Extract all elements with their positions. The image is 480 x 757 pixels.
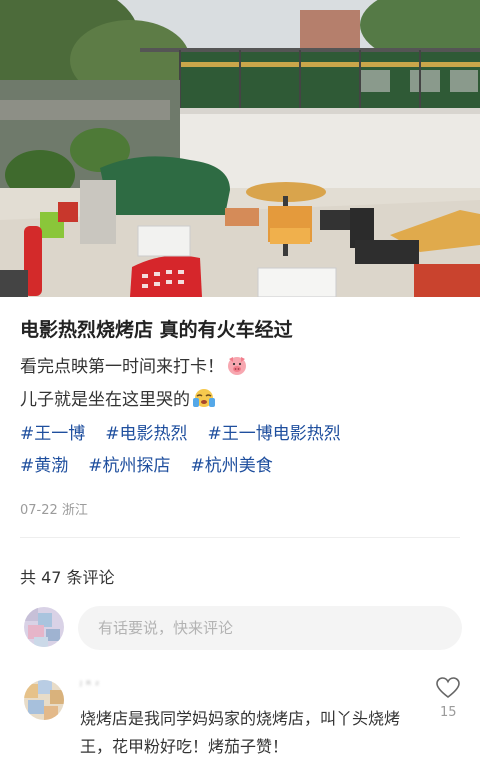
comment-count: 共 47 条评论: [20, 568, 115, 587]
hashtag-link[interactable]: #王一博: [20, 424, 85, 444]
hashtag-row-2: #黄渤 #杭州探店 #杭州美食: [20, 451, 293, 476]
post-text: 儿子就是坐在这里哭的: [20, 390, 190, 410]
pig-face-emoji-icon: [226, 354, 248, 381]
hashtag-link[interactable]: #杭州探店: [88, 456, 170, 476]
comment-input-box[interactable]: [78, 606, 462, 650]
comment-text: 烧烤店是我同学妈妈家的烧烤店，叫丫头烧烤王，花甲粉好吃！烤茄子赞！: [80, 709, 401, 756]
post-photo[interactable]: [0, 0, 480, 297]
crying-face-emoji-icon: [192, 387, 216, 414]
post-text: 看完点映第一时间来打卡！: [20, 357, 224, 377]
post-text-line-2: 儿子就是坐在这里哭的: [20, 385, 216, 414]
heart-icon[interactable]: [436, 677, 460, 703]
post-date-location: 07-22 浙江: [20, 503, 88, 518]
post-title: 电影热烈烧烤店 真的有火车经过: [20, 319, 293, 341]
hashtag-link[interactable]: #杭州美食: [191, 456, 273, 476]
post-text-line-1: 看完点映第一时间来打卡！: [20, 352, 248, 381]
avatar[interactable]: [24, 607, 64, 647]
hashtag-link[interactable]: #电影热烈: [105, 424, 187, 444]
hashtag-link[interactable]: #王一博电影热烈: [208, 424, 341, 444]
comment-username[interactable]: ᴶ ᴿ ᶻ: [80, 678, 100, 692]
avatar[interactable]: [24, 680, 64, 720]
like-count: 15: [440, 705, 457, 720]
hashtag-row-1: #王一博 #电影热烈 #王一博电影热烈: [20, 419, 361, 444]
hashtag-link[interactable]: #黄渤: [20, 456, 68, 476]
divider: [20, 537, 460, 538]
comment-input[interactable]: [78, 606, 462, 650]
